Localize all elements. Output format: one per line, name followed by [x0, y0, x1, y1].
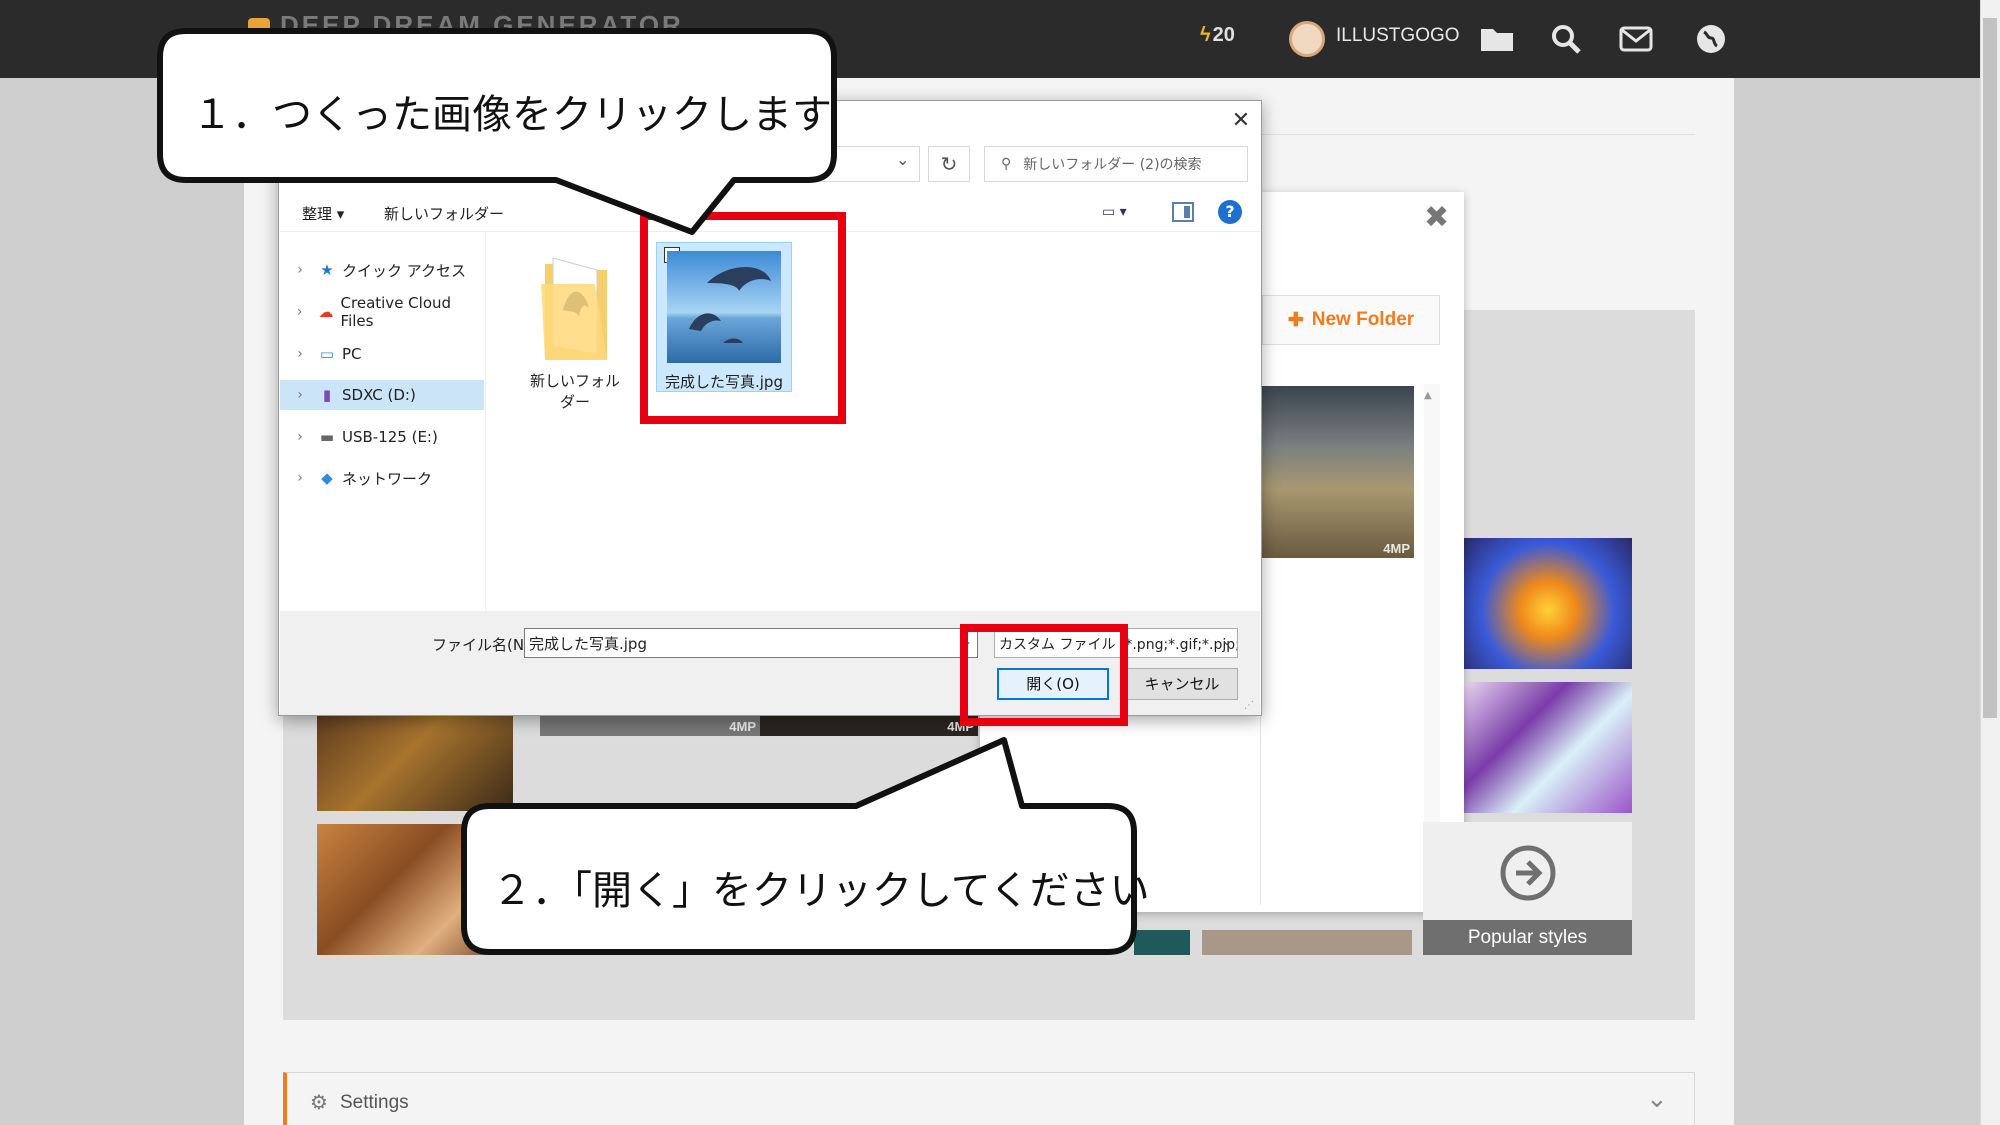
callout-step-2: ２．「開く」をクリックしてください: [492, 868, 1150, 914]
callout-shapes: [157, 28, 1137, 955]
callout-bubble-2: [461, 737, 1137, 955]
callout-step-1: １．つくった画像をクリックします: [192, 92, 832, 138]
